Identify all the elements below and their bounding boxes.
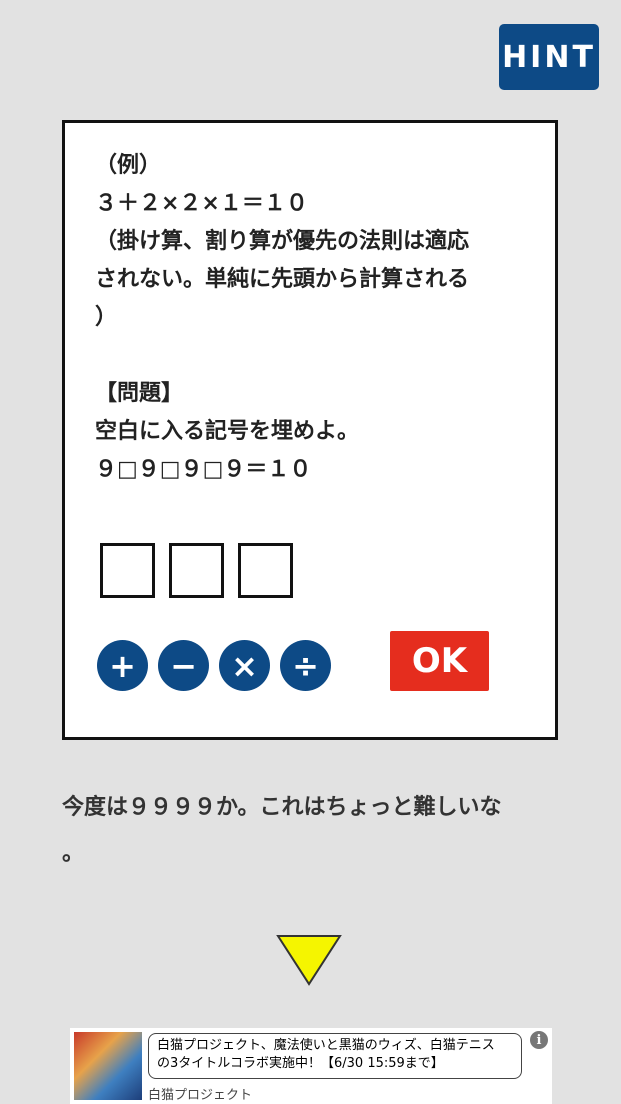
puzzle-line xyxy=(95,337,535,375)
plus-button[interactable]: + xyxy=(97,640,148,691)
divide-button[interactable]: ÷ xyxy=(280,640,331,691)
puzzle-line: されない。単純に先頭から計算される xyxy=(95,267,470,292)
puzzle-line: （例） xyxy=(95,153,162,178)
puzzle-line: （掛け算、割り算が優先の法則は適応 xyxy=(95,229,470,254)
puzzle-line: 【問題】 xyxy=(95,381,184,406)
answer-slot-1[interactable] xyxy=(100,543,155,598)
ad-text-bubble[interactable]: 白猫プロジェクト、魔法使いと黒猫のウィズ、白猫テニス の3タイトルコラボ実施中！… xyxy=(148,1033,522,1079)
ad-text-line: 白猫プロジェクト、魔法使いと黒猫のウィズ、白猫テニス xyxy=(157,1038,495,1053)
puzzle-line: 空白に入る記号を埋めよ。 xyxy=(95,419,360,444)
ad-banner[interactable]: 白猫プロジェクト、魔法使いと黒猫のウィズ、白猫テニス の3タイトルコラボ実施中！… xyxy=(70,1028,552,1104)
ad-thumbnail[interactable] xyxy=(74,1032,142,1100)
ad-text-line: の3タイトルコラボ実施中！【6/30 15:59まで】 xyxy=(157,1056,444,1071)
info-icon[interactable]: i xyxy=(530,1031,548,1049)
ok-button[interactable]: OK xyxy=(390,631,489,691)
puzzle-line: ９□９□９□９＝１０ xyxy=(95,457,312,482)
ad-source: 白猫プロジェクト xyxy=(148,1088,253,1103)
dialogue-text: 今度は９９９９か。これはちょっと難しいな 。 xyxy=(62,785,562,877)
dialogue-line: 。 xyxy=(62,841,85,866)
multiply-button[interactable]: × xyxy=(219,640,270,691)
dialogue-line: 今度は９９９９か。これはちょっと難しいな xyxy=(62,795,502,820)
operator-buttons: + − × ÷ xyxy=(97,640,331,691)
hint-button[interactable]: HINT xyxy=(499,24,599,90)
puzzle-card: （例） ３＋２×２×１＝１０ （掛け算、割り算が優先の法則は適応 されない。単純… xyxy=(62,120,558,740)
puzzle-line: ３＋２×２×１＝１０ xyxy=(95,191,308,216)
puzzle-text: （例） ３＋２×２×１＝１０ （掛け算、割り算が優先の法則は適応 されない。単純… xyxy=(95,147,535,489)
triangle-down-icon[interactable] xyxy=(276,934,342,990)
answer-slots xyxy=(100,543,293,598)
minus-button[interactable]: − xyxy=(158,640,209,691)
answer-slot-2[interactable] xyxy=(169,543,224,598)
answer-slot-3[interactable] xyxy=(238,543,293,598)
puzzle-line: ） xyxy=(95,305,118,330)
